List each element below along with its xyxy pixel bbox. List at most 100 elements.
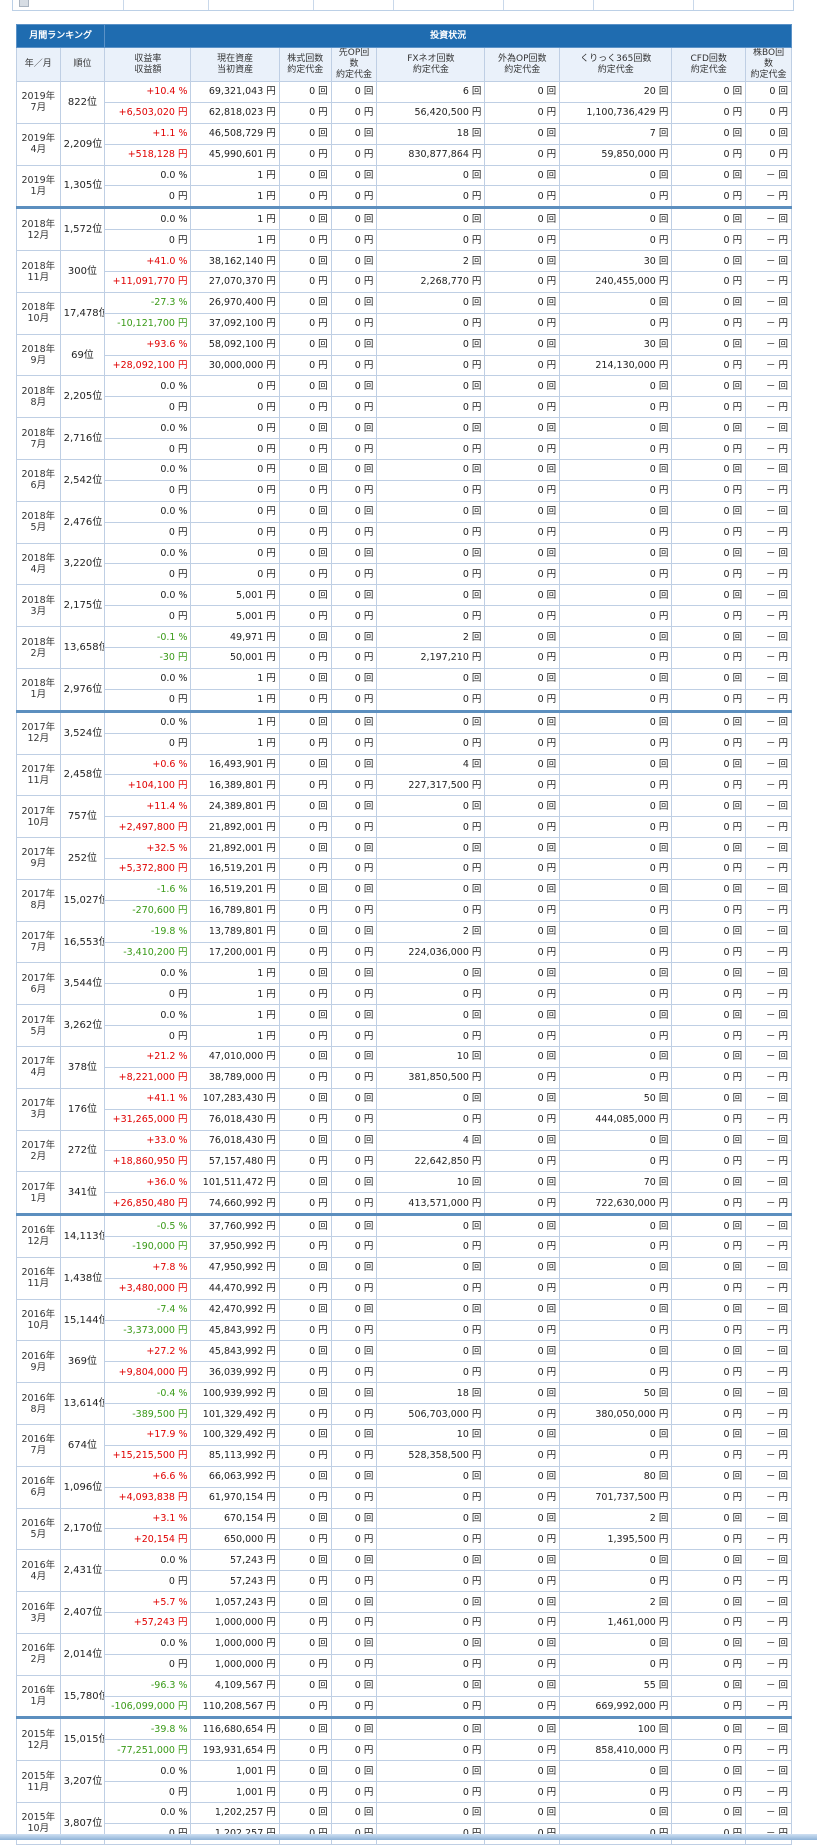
trade-amount-cell: 0 円: [559, 438, 673, 461]
table-row: 2018年 11月 300位 +41.0 % 38,162,140 円0 回0 回2 回…: [16, 250, 792, 293]
trade-amount-cell: 0 円: [484, 1108, 561, 1131]
trade-count-cell: 0 回: [278, 1171, 332, 1194]
trade-count-cell: － 回: [745, 1340, 792, 1363]
current-assets-cell: 1 円: [190, 667, 280, 690]
trade-count-cell: 0 回: [330, 375, 378, 398]
rank-cell: 2,014位: [59, 1632, 106, 1676]
table-row: 2019年 1月 1,305位 0.0 % 1 円0 回0 回0 回0 回0 回0 回－…: [16, 164, 792, 209]
trade-amount-cell: 0 円: [484, 899, 561, 922]
return-rate-cell: +17.9 %: [104, 1424, 192, 1446]
return-rate-cell: +93.6 %: [104, 333, 192, 356]
trade-count-cell: 0 回: [278, 164, 332, 187]
year-month-cell: 2017年 3月: [16, 1087, 61, 1131]
initial-assets-cell: 0 円: [190, 563, 280, 586]
table-row: 2015年 10月 3,807位 0.0 % 1,202,257 円0 回0 回0 回0…: [16, 1802, 792, 1845]
trade-count-cell: 0 回: [484, 1171, 561, 1194]
trade-amount-cell: － 円: [745, 774, 792, 797]
trade-count-cell: 0 回: [376, 1298, 486, 1321]
return-amount-cell: +4,093,838 円: [104, 1486, 192, 1509]
trade-amount-cell: 0 円: [559, 1319, 673, 1342]
table-row: 2017年 12月 3,524位 0.0 % 1 円0 回0 回0 回0 回0 回0 回…: [16, 709, 792, 755]
year-month-cell: 2016年 7月: [16, 1424, 61, 1467]
trade-amount-cell: 0 円: [484, 1150, 561, 1173]
rank-cell: 1,305位: [59, 164, 106, 209]
initial-assets-cell: 61,970,154 円: [190, 1486, 280, 1509]
table-row: 2018年 8月 2,205位 0.0 % 0 円0 回0 回0 回0 回0 回0 回－…: [16, 375, 792, 419]
table-row: +4,093,838 円 61,970,154 円0 円0 円0 円0 円 701,…: [17, 1486, 792, 1509]
trade-amount-cell: 528,358,500 円: [376, 1444, 486, 1467]
trade-amount-cell: 0 円: [671, 396, 747, 419]
trade-count-cell: 0 回: [330, 250, 378, 273]
trade-amount-cell: 0 円: [330, 1444, 378, 1467]
trade-amount-cell: － 円: [745, 1486, 792, 1509]
table-row: 2019年 7月 822位 +10.4 % 69,321,043 円0 回0 回6 回0…: [16, 81, 792, 124]
table-row: 0 円0 円0 円0 円0 円0 円0 円0 円－ 円: [17, 396, 792, 419]
trade-amount-cell: － 円: [745, 1695, 792, 1719]
trade-amount-cell: 0 円: [278, 1025, 332, 1047]
trade-count-cell: 0 回: [278, 333, 332, 356]
trade-count-cell: 0 回: [376, 1632, 486, 1655]
trade-amount-cell: 0 円: [330, 857, 378, 880]
initial-assets-cell: 44,470,992 円: [190, 1277, 280, 1300]
trade-amount-cell: 0 円: [671, 1403, 747, 1425]
trade-count-cell: 0 回: [745, 81, 792, 103]
return-rate-cell: 0.0 %: [104, 1632, 192, 1655]
trade-amount-cell: 0 円: [278, 185, 332, 209]
trade-amount-cell: 0 円: [484, 1066, 561, 1089]
table-row: 2016年 12月 14,113位 -0.5 % 37,760,992 円0 回0 回0…: [16, 1213, 792, 1258]
trade-count-cell: 0 回: [278, 1591, 332, 1614]
return-rate-cell: 0.0 %: [104, 1004, 192, 1027]
trade-amount-cell: 0 円: [484, 1025, 561, 1047]
trade-amount-cell: 0 円: [745, 101, 792, 124]
trade-count-cell: 0 回: [278, 1213, 332, 1237]
trade-amount-cell: 0 円: [278, 1066, 332, 1089]
trade-amount-cell: 0 円: [376, 438, 486, 461]
trade-amount-cell: 0 円: [671, 1108, 747, 1131]
table-row: 2015年 11月 3,207位 0.0 % 1,001 円0 回0 回0 回0 回0 …: [16, 1760, 792, 1804]
trade-count-cell: 0 回: [278, 753, 332, 776]
trade-count-cell: 0 回: [671, 81, 747, 103]
trade-count-cell: 0 回: [376, 1591, 486, 1614]
trade-count-cell: 0 回: [330, 1382, 378, 1405]
trade-amount-cell: 0 円: [671, 185, 747, 209]
return-amount-cell: 0 円: [104, 521, 192, 544]
return-amount-cell: 0 円: [104, 479, 192, 502]
trade-count-cell: 0 回: [559, 1129, 673, 1152]
trade-count-cell: 0 回: [671, 1129, 747, 1152]
trade-count-cell: 0 回: [559, 962, 673, 985]
trade-amount-cell: 0 円: [278, 312, 332, 335]
trade-count-cell: － 回: [745, 920, 792, 943]
trade-count-cell: 0 回: [671, 1087, 747, 1110]
return-amount-cell: -190,000 円: [104, 1235, 192, 1258]
trade-amount-cell: 0 円: [376, 605, 486, 628]
trade-amount-cell: 0 円: [330, 271, 378, 293]
trade-count-cell: 2 回: [376, 626, 486, 649]
trade-amount-cell: 0 円: [376, 563, 486, 586]
trade-amount-cell: 0 円: [484, 732, 561, 755]
initial-assets-cell: 57,243 円: [190, 1570, 280, 1593]
trade-count-cell: 0 回: [278, 1507, 332, 1530]
trade-amount-cell: 0 円: [330, 1612, 378, 1634]
trade-amount-cell: 0 円: [278, 774, 332, 797]
trade-amount-cell: 0 円: [330, 396, 378, 419]
trade-count-cell: 0 回: [376, 542, 486, 565]
trade-amount-cell: 0 円: [484, 1192, 561, 1216]
trade-count-cell: 0 回: [484, 500, 561, 523]
trade-amount-cell: 0 円: [559, 983, 673, 1006]
rank-cell: 3,207位: [59, 1760, 106, 1804]
trade-count-cell: 0 回: [484, 1382, 561, 1405]
year-month-cell: 2017年 1月: [16, 1171, 61, 1216]
trade-count-cell: 0 回: [330, 1716, 378, 1741]
trade-count-cell: 0 回: [278, 1549, 332, 1572]
return-rate-cell: +41.0 %: [104, 250, 192, 273]
trade-count-cell: － 回: [745, 291, 792, 314]
trade-amount-cell: 506,703,000 円: [376, 1403, 486, 1425]
trade-amount-cell: 0 円: [278, 1192, 332, 1216]
trade-count-cell: 0 回: [671, 250, 747, 273]
trade-count-cell: 0 回: [559, 584, 673, 607]
current-assets-cell: 13,789,801 円: [190, 920, 280, 943]
table-row: -10,121,700 円 37,092,100 円0 円0 円0 円0 円0 円…: [17, 312, 792, 335]
initial-assets-cell: 1 円: [190, 732, 280, 755]
trade-amount-cell: 0 円: [376, 1235, 486, 1258]
trade-amount-cell: 444,085,000 円: [559, 1108, 673, 1131]
